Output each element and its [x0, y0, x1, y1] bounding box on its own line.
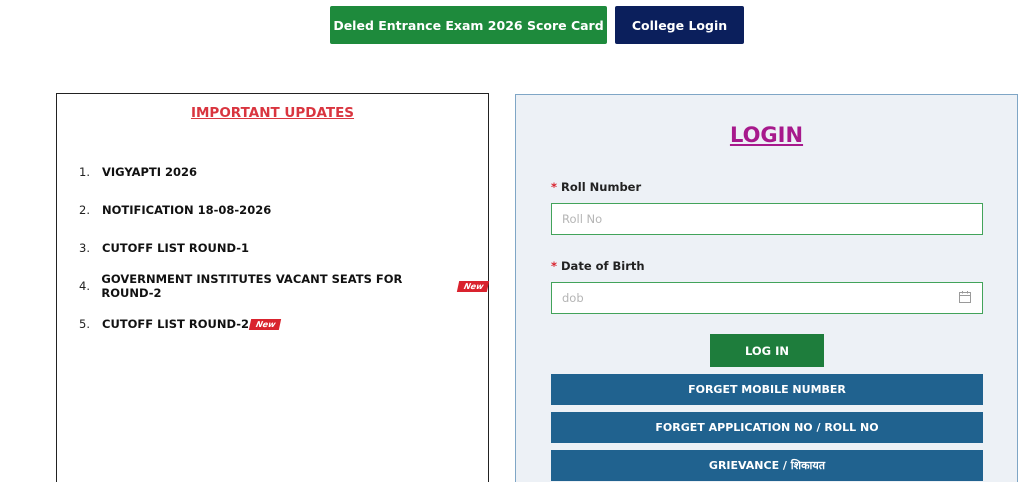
update-item-cutoff-round-2[interactable]: 5. CUTOFF LIST ROUND-2 New: [79, 305, 488, 343]
roll-number-input[interactable]: [551, 203, 983, 235]
new-badge: New: [248, 318, 281, 330]
update-item-label[interactable]: GOVERNMENT INSTITUTES VACANT SEATS FOR R…: [101, 272, 457, 300]
calendar-icon[interactable]: [958, 290, 972, 304]
update-item-number: 2.: [79, 203, 90, 217]
grievance-button[interactable]: GRIEVANCE / शिकायत: [551, 450, 983, 481]
update-item-label[interactable]: VIGYAPTI 2026: [102, 165, 197, 179]
college-login-button[interactable]: College Login: [615, 6, 744, 44]
dob-input[interactable]: [551, 282, 983, 314]
update-item-cutoff-round-1[interactable]: 3. CUTOFF LIST ROUND-1: [79, 229, 488, 267]
update-item-number: 1.: [79, 165, 90, 179]
update-item-notification[interactable]: 2. NOTIFICATION 18-08-2026: [79, 191, 488, 229]
login-button[interactable]: LOG IN: [710, 334, 824, 367]
forget-mobile-button[interactable]: FORGET MOBILE NUMBER: [551, 374, 983, 405]
roll-number-label-text: Roll Number: [561, 180, 642, 194]
updates-list: 1. VIGYAPTI 2026 2. NOTIFICATION 18-08-2…: [79, 153, 490, 343]
required-mark: *: [551, 259, 558, 273]
roll-number-label: * Roll Number: [551, 180, 641, 194]
dob-label-text: Date of Birth: [561, 259, 645, 273]
login-title: LOGIN: [729, 123, 804, 147]
important-updates-panel: IMPORTANT UPDATES 1. VIGYAPTI 2026 2. NO…: [56, 93, 490, 482]
update-item-number: 5.: [79, 317, 90, 331]
updates-title: IMPORTANT UPDATES: [190, 105, 355, 121]
score-card-button[interactable]: Deled Entrance Exam 2026 Score Card: [330, 6, 607, 44]
update-item-number: 4.: [79, 279, 90, 293]
update-item-vacant-seats[interactable]: 4. GOVERNMENT INSTITUTES VACANT SEATS FO…: [79, 267, 490, 305]
required-mark: *: [551, 180, 558, 194]
update-item-label[interactable]: CUTOFF LIST ROUND-2: [102, 317, 249, 331]
forget-application-button[interactable]: FORGET APPLICATION NO / ROLL NO: [551, 412, 983, 443]
update-item-vigyapti[interactable]: 1. VIGYAPTI 2026: [79, 153, 488, 191]
update-item-label[interactable]: CUTOFF LIST ROUND-1: [102, 241, 249, 255]
update-item-label[interactable]: NOTIFICATION 18-08-2026: [102, 203, 271, 217]
update-item-number: 3.: [79, 241, 90, 255]
new-badge: New: [457, 280, 490, 292]
dob-label: * Date of Birth: [551, 259, 645, 273]
login-panel: LOGIN *Roll Number *Date of Birth LOG IN…: [515, 94, 1018, 482]
